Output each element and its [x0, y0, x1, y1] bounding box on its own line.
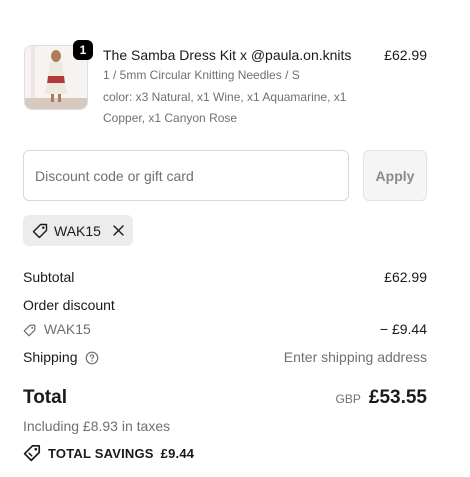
- savings-value: £9.44: [160, 445, 195, 461]
- product-price: £62.99: [384, 47, 427, 63]
- applied-code-label: WAK15: [54, 222, 101, 239]
- total-savings: TOTAL SAVINGS £9.44: [23, 444, 194, 462]
- currency-code: GBP: [335, 392, 361, 406]
- order-discount-label: Order discount: [23, 297, 115, 313]
- discount-code-input[interactable]: [23, 150, 349, 201]
- quantity-badge: 1: [73, 40, 93, 60]
- product-name: The Samba Dress Kit x @paula.on.knits: [103, 47, 352, 63]
- total-label: Total: [23, 387, 67, 408]
- savings-tag-icon: [23, 444, 41, 462]
- taxes-note: Including £8.93 in taxes: [23, 418, 171, 434]
- remove-discount-icon[interactable]: [112, 224, 125, 237]
- total-value: £53.55: [368, 387, 427, 408]
- line-item: 1 The Samba Dress Kit x @paula.on.knits …: [23, 40, 427, 129]
- discount-value: − £9.44: [379, 321, 427, 337]
- product-variant: 1 / 5mm Circular Knitting Needles / S: [103, 68, 300, 82]
- shipping-label: Shipping: [23, 349, 78, 365]
- subtotal-value: £62.99: [384, 269, 427, 285]
- apply-button[interactable]: Apply: [363, 150, 427, 201]
- subtotal-label: Subtotal: [23, 269, 75, 285]
- tag-icon: [32, 223, 48, 239]
- savings-label: TOTAL SAVINGS: [48, 445, 154, 461]
- product-color: color: x3 Natural, x1 Wine, x1 Aquamarin…: [103, 90, 347, 125]
- tag-icon: [23, 324, 36, 337]
- shipping-value: Enter shipping address: [283, 349, 427, 365]
- applied-discount-chip: WAK15: [23, 215, 133, 246]
- question-circle-icon[interactable]: [85, 351, 99, 365]
- total-price: GBP £53.55: [336, 387, 427, 409]
- discount-code-label: WAK15: [43, 321, 91, 337]
